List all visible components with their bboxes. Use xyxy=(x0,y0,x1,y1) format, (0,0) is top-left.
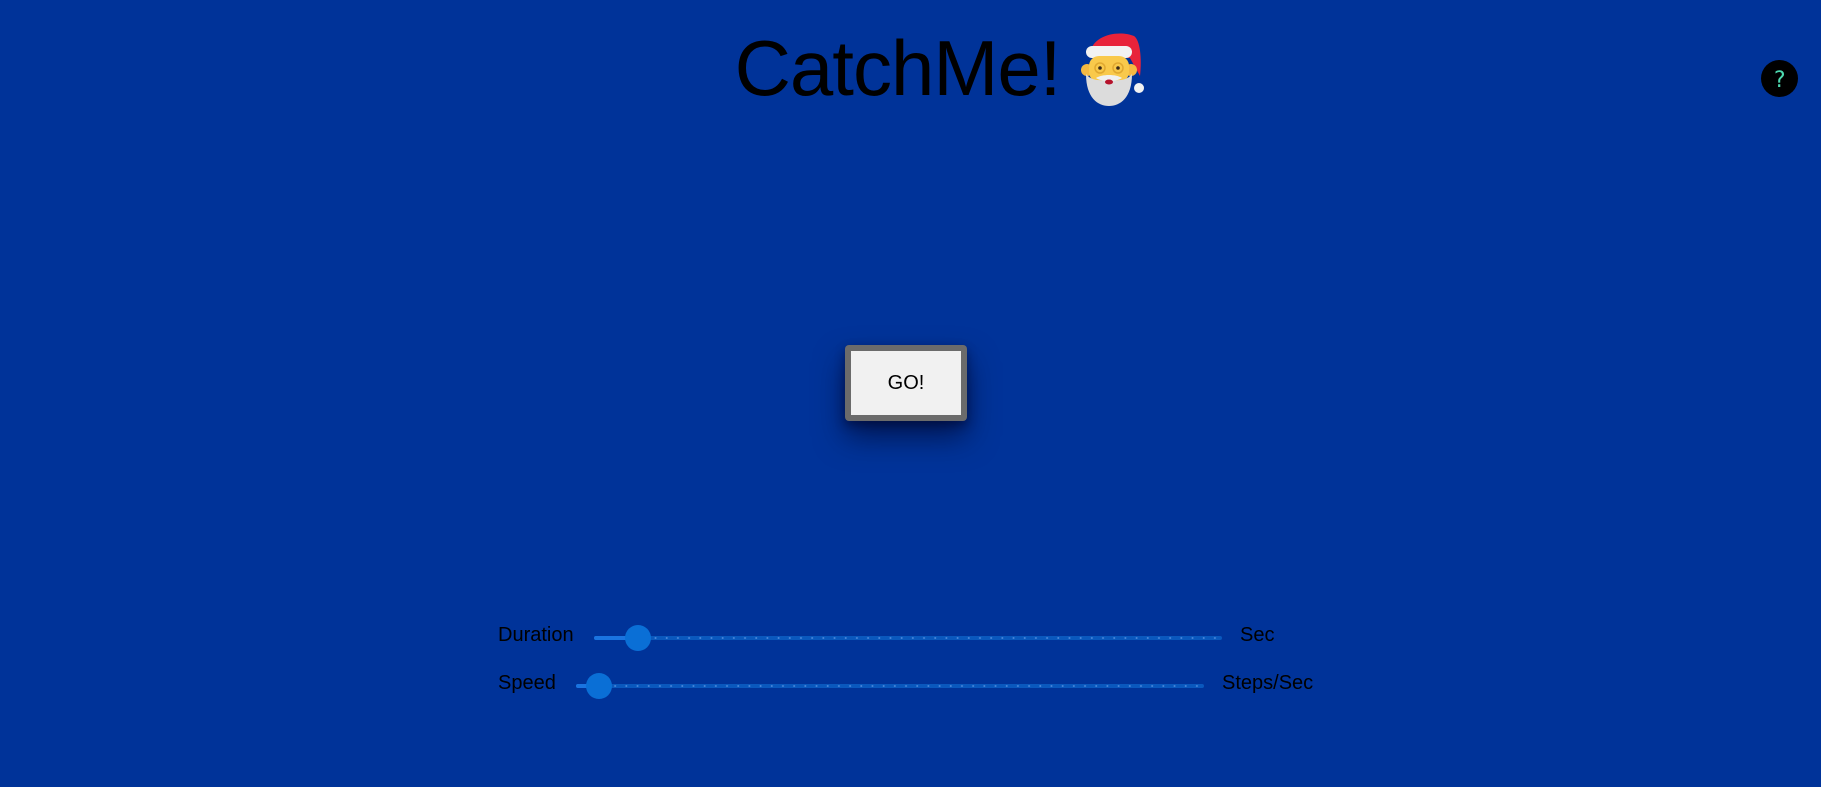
page-title: CatchMe! xyxy=(734,24,1062,112)
santa-icon xyxy=(1081,33,1145,106)
duration-unit: Sec xyxy=(1240,624,1275,646)
duration-slider-thumb[interactable] xyxy=(625,625,651,651)
speed-slider-ticks xyxy=(576,685,1204,687)
catchme-page: CatchMe! ? GO! Duration Sec Speed Steps/… xyxy=(0,0,1821,787)
speed-slider-thumb[interactable] xyxy=(586,673,612,699)
go-button-frame: GO! xyxy=(845,345,967,421)
speed-slider[interactable] xyxy=(576,673,1204,699)
duration-slider[interactable] xyxy=(594,625,1222,651)
go-button[interactable]: GO! xyxy=(851,351,961,415)
title-row: CatchMe! xyxy=(0,28,1821,108)
duration-label: Duration xyxy=(498,624,574,646)
speed-label: Speed xyxy=(498,672,556,694)
help-button[interactable]: ? xyxy=(1761,60,1798,97)
duration-slider-ticks xyxy=(594,637,1222,639)
speed-unit: Steps/Sec xyxy=(1222,672,1314,694)
